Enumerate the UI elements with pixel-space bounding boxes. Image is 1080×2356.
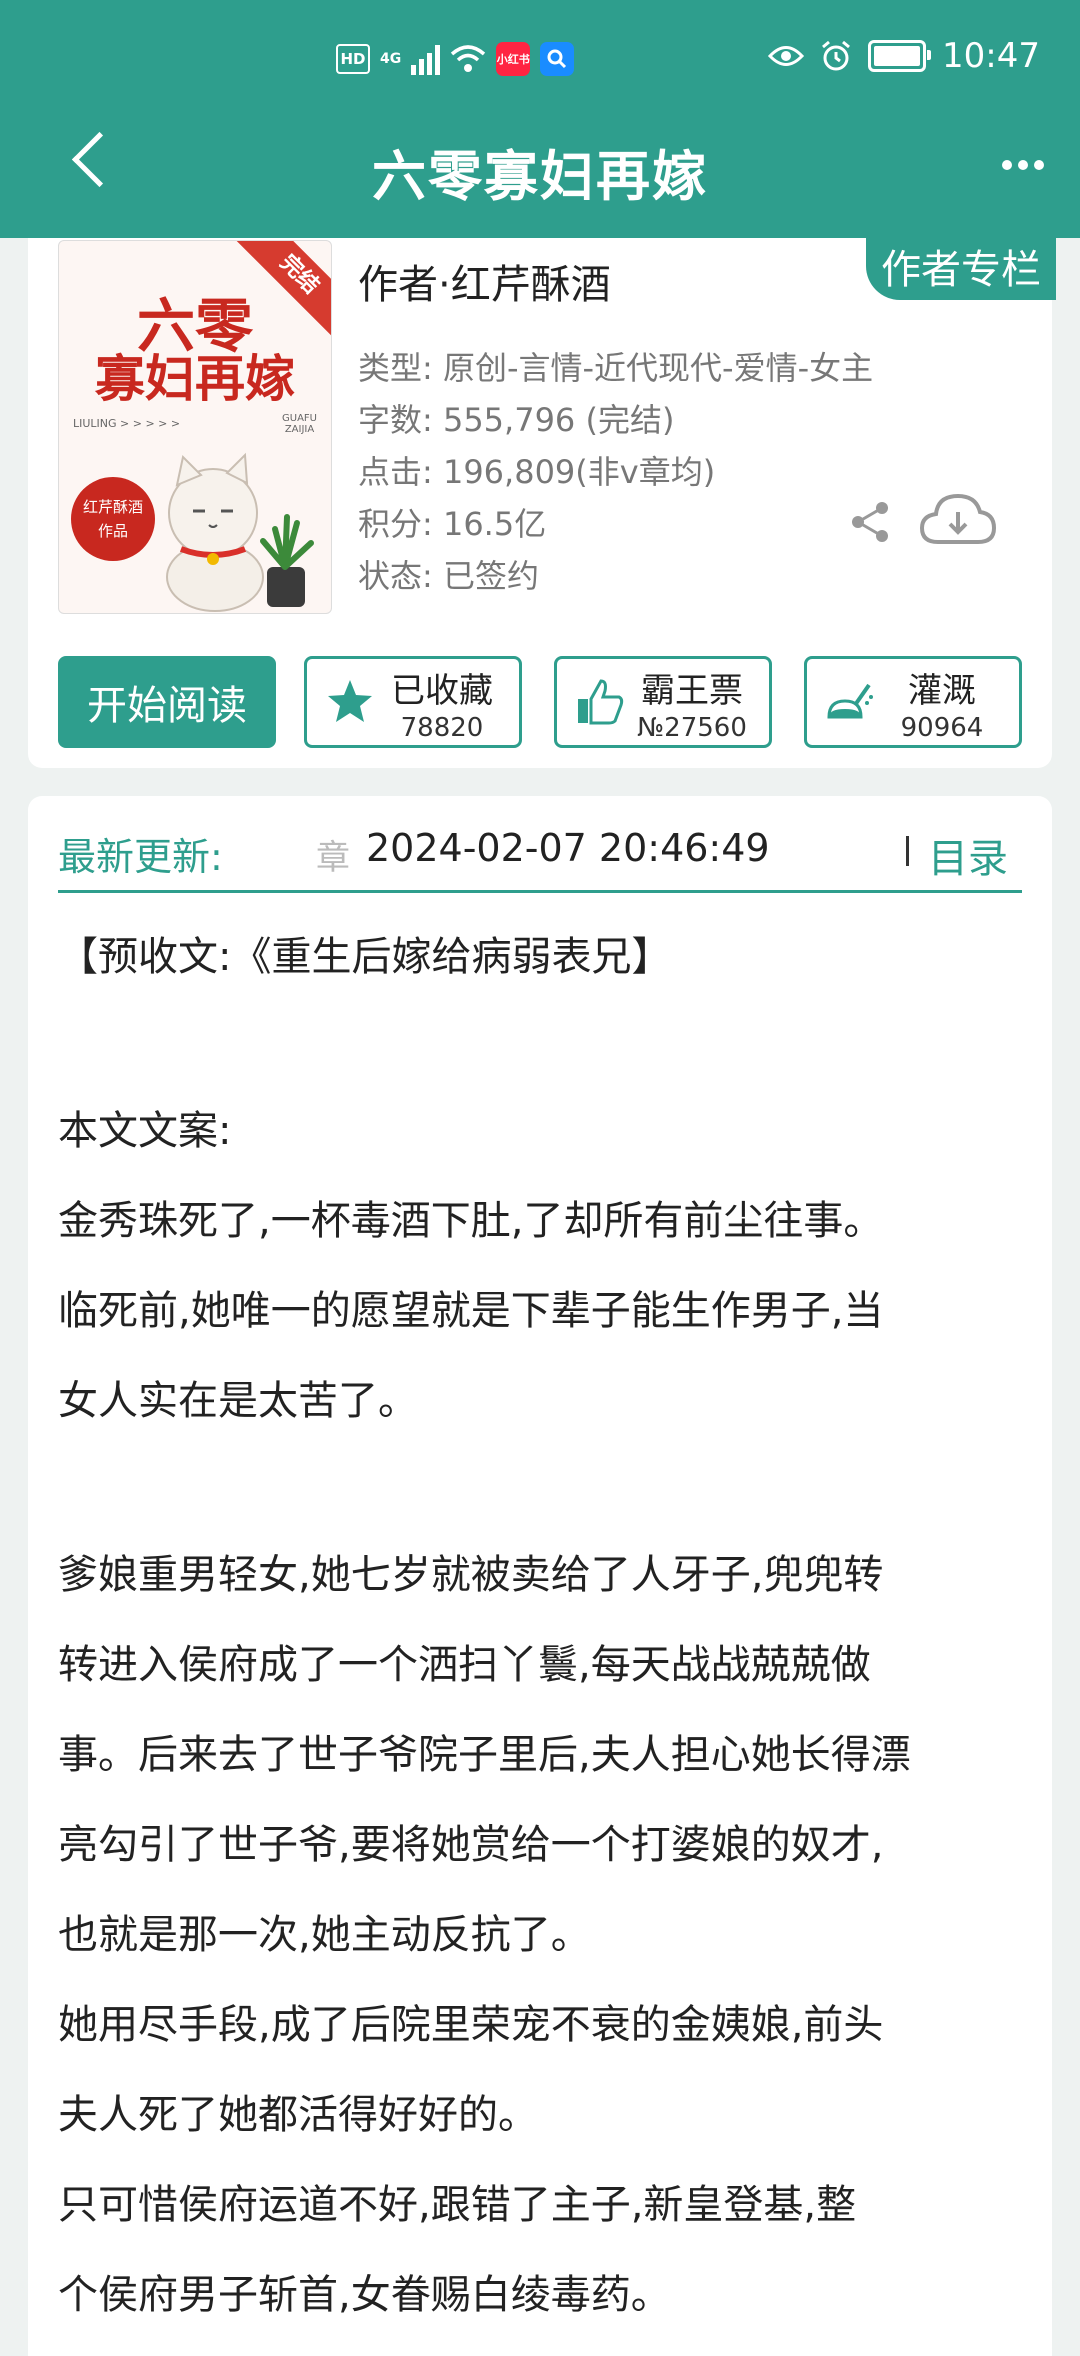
favorite-count: 78820 xyxy=(400,713,484,743)
eye-icon xyxy=(768,46,805,66)
meta-points: 积分: 16.5亿 xyxy=(358,505,547,543)
wifi-icon xyxy=(451,45,486,72)
favorite-button[interactable]: 已收藏 78820 xyxy=(304,656,522,748)
network-type-icon: 4G xyxy=(380,51,402,67)
cloud-download-icon[interactable] xyxy=(918,490,998,550)
status-right-icons: 10:47 xyxy=(768,36,1040,76)
meta-words: 字数: 555,796 (完结) xyxy=(358,401,675,439)
star-icon xyxy=(328,680,372,722)
synopsis-line: 【预收文:《重生后嫁给病弱表兄】 xyxy=(58,934,672,980)
synopsis-line: 个侯府男子斩首,女眷赐白绫毒药。 xyxy=(58,2272,671,2318)
overlord-count: №27560 xyxy=(637,713,747,743)
favorite-label: 已收藏 xyxy=(391,671,493,711)
seal-text-2: 作品 xyxy=(97,522,128,540)
synopsis-text: 【预收文:《重生后嫁给病弱表兄】 本文文案: 金秀珠死了,一杯毒酒下肚,了却所有… xyxy=(58,912,1038,2340)
author-name[interactable]: 作者·红芹酥酒 xyxy=(358,252,611,310)
signal-icon xyxy=(411,43,441,75)
synopsis-line: 亮勾引了世子爷,要将她赏给一个打婆娘的奴才, xyxy=(58,1822,884,1868)
synopsis-line: 也就是那一次,她主动反抗了。 xyxy=(58,1912,591,1958)
xiaohongshu-app-icon: 小红书 xyxy=(496,42,531,76)
cover-title-line2: 寡妇再嫁 xyxy=(95,349,295,408)
latest-update-row[interactable]: 最新更新: 章 2024-02-07 20:46:49 目录 xyxy=(58,818,1022,893)
cover-pinyin-left: LIULING > > > > > xyxy=(73,417,181,430)
watering-icon xyxy=(827,683,873,719)
synopsis-line: 只可惜侯府运道不好,跟错了主子,新皇登基,整 xyxy=(58,2182,857,2228)
more-dots-icon[interactable] xyxy=(1002,160,1044,170)
share-icon[interactable] xyxy=(846,498,894,546)
water-button[interactable]: 灌溉 90964 xyxy=(804,656,1022,748)
meta-clicks: 点击: 196,809(非v章均) xyxy=(358,453,716,491)
synopsis-line: 转进入侯府成了一个洒扫丫鬟,每天战战兢兢做 xyxy=(58,1642,871,1688)
book-cover[interactable]: 完结 六零 寡妇再嫁 LIULING > > > > > GUAFU ZAIJI… xyxy=(58,240,332,614)
synopsis-line: 夫人死了她都活得好好的。 xyxy=(58,2092,538,2138)
cat-illustration xyxy=(166,452,314,612)
seal-text-1: 红芹酥酒 xyxy=(82,498,143,516)
cover-pinyin-right-1: GUAFU xyxy=(282,413,317,424)
alarm-icon xyxy=(822,40,850,71)
overlord-ticket-button[interactable]: 霸王票 №27560 xyxy=(554,656,772,748)
battery-icon xyxy=(868,40,932,72)
water-count: 90964 xyxy=(900,713,984,743)
status-left-icons: HD 4G 小红书 xyxy=(336,42,575,76)
water-label: 灌溉 xyxy=(908,671,976,711)
book-meta: 类型: 原创-言情-近代现代-爱情-女主 字数: 555,796 (完结) 点击… xyxy=(358,342,873,602)
cover-pinyin-right: GUAFU ZAIJIA xyxy=(282,413,317,435)
author-seal: 红芹酥酒 作品 xyxy=(71,477,155,561)
cover-pinyin-right-2: ZAIJIA xyxy=(284,424,315,435)
meta-status: 状态: 已签约 xyxy=(358,557,539,595)
description-card: 最新更新: 章 2024-02-07 20:46:49 目录 【预收文:《重生后… xyxy=(28,796,1052,2356)
meta-type: 类型: 原创-言情-近代现代-爱情-女主 xyxy=(358,349,874,387)
clock: 10:47 xyxy=(942,36,1040,76)
thumbs-up-icon xyxy=(578,679,624,725)
latest-chapter-hint: 章 xyxy=(316,838,350,878)
latest-update-label: 最新更新: xyxy=(58,835,223,879)
synopsis-line: 金秀珠死了,一杯毒酒下肚,了却所有前尘往事。 xyxy=(58,1198,884,1244)
latest-update-time: 2024-02-07 20:46:49 xyxy=(366,826,770,870)
app-header: HD 4G 小红书 10:47 六零寡妇再嫁 xyxy=(0,0,1080,238)
synopsis-line: 事。后来去了世子爷院子里后,夫人担心她长得漂 xyxy=(58,1732,911,1778)
book-info-card: 完结 六零 寡妇再嫁 LIULING > > > > > GUAFU ZAIJI… xyxy=(28,232,1056,768)
hd-icon: HD xyxy=(336,44,370,74)
status-bar: HD 4G 小红书 10:47 xyxy=(0,34,1080,88)
table-of-contents-link[interactable]: 目录 xyxy=(928,826,1008,884)
synopsis-line: 本文文案: xyxy=(58,1108,232,1154)
synopsis-line: 临死前,她唯一的愿望就是下辈子能生作男子,当 xyxy=(58,1288,884,1334)
page-title: 六零寡妇再嫁 xyxy=(372,145,708,208)
separator xyxy=(906,836,909,866)
overlord-label: 霸王票 xyxy=(641,671,743,711)
search-app-icon xyxy=(540,42,575,76)
synopsis-line: 女人实在是太苦了。 xyxy=(58,1378,418,1424)
start-reading-button[interactable]: 开始阅读 xyxy=(58,656,276,748)
author-column-button[interactable]: 作者专栏 xyxy=(866,232,1056,300)
synopsis-line: 她用尽手段,成了后院里荣宠不衰的金姨娘,前头 xyxy=(58,2002,884,2048)
synopsis-line: 爹娘重男轻女,她七岁就被卖给了人牙子,兜兜转 xyxy=(58,1552,884,1598)
